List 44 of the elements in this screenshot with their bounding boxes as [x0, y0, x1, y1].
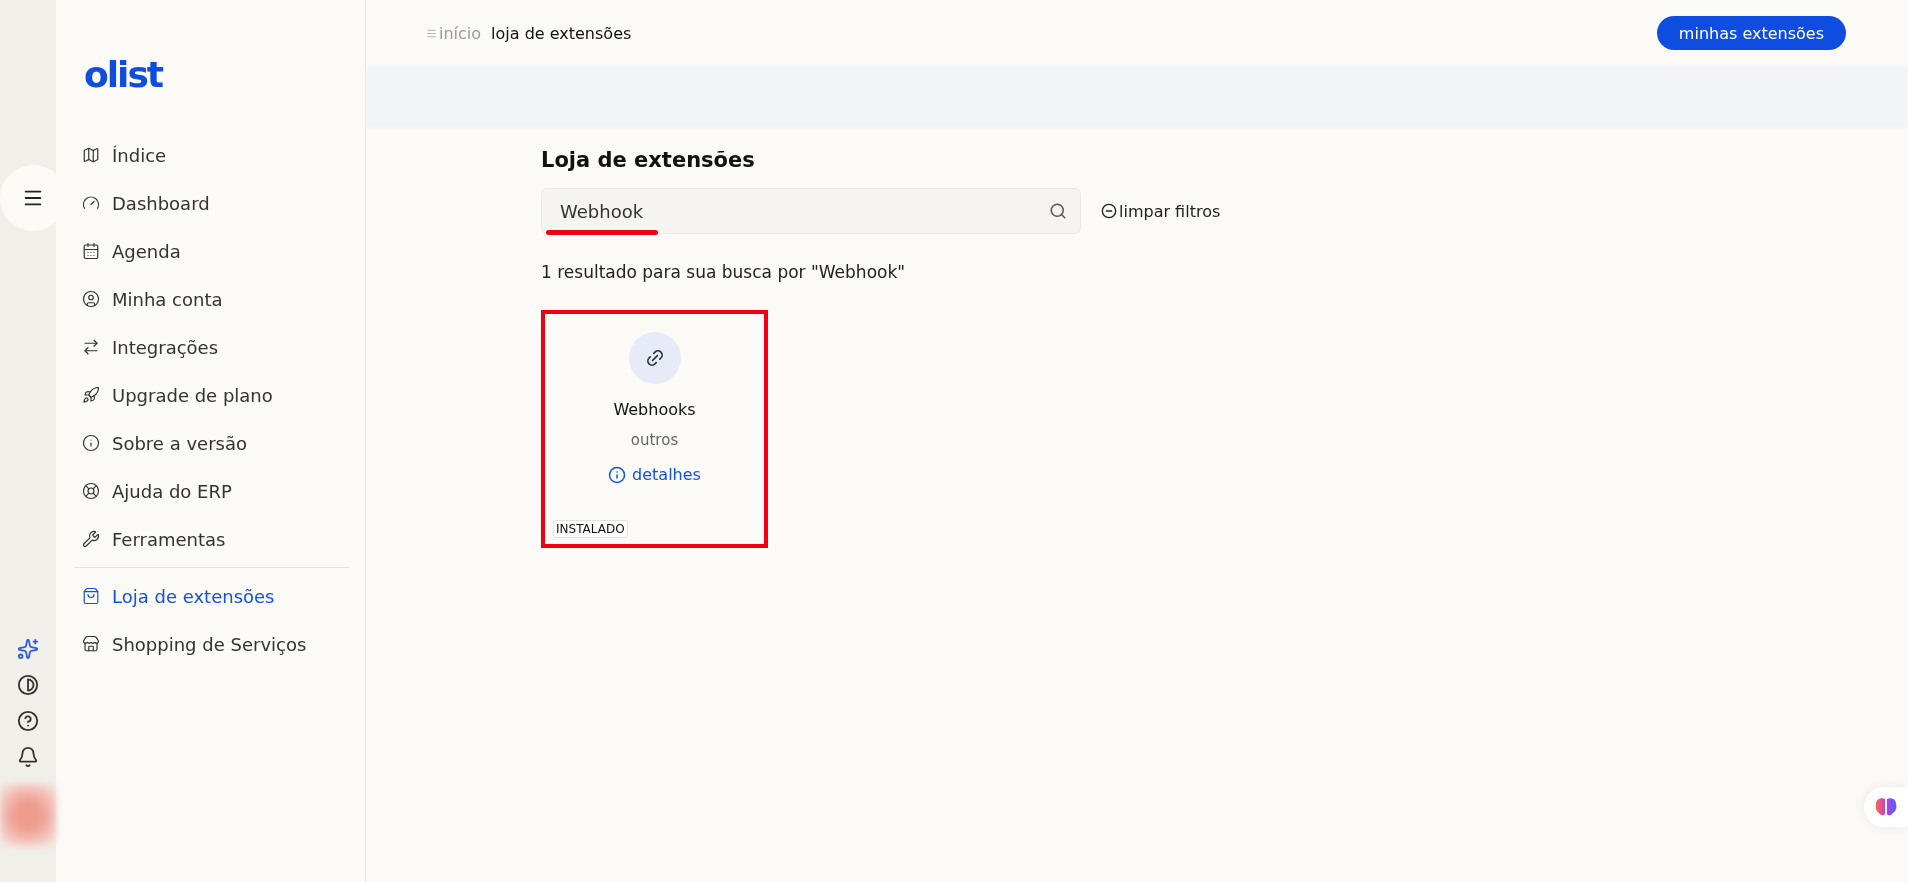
info-icon: [82, 434, 100, 452]
sidebar-item[interactable]: Loja de extensões: [74, 572, 349, 620]
wrench-icon: [82, 530, 100, 548]
bag-icon: [82, 587, 100, 605]
arrows-icon: [82, 338, 100, 356]
sidebar-item[interactable]: Sobre a versão: [74, 419, 349, 467]
breadcrumb-link[interactable]: loja de extensões: [491, 23, 632, 43]
notifications-button[interactable]: [17, 746, 39, 768]
info-icon: [608, 465, 627, 484]
search-icon[interactable]: [1049, 202, 1067, 220]
store-icon: [82, 635, 100, 653]
results-text: 1 resultado para sua busca por "Webhook": [541, 262, 907, 282]
help-button[interactable]: [17, 710, 39, 732]
status-badge: INSTALADO: [553, 520, 628, 538]
sidebar-item[interactable]: Ferramentas: [74, 515, 349, 563]
details-link[interactable]: detalhes: [608, 465, 701, 484]
rocket-icon: [82, 386, 100, 404]
user-icon: [82, 290, 100, 308]
gauge-icon: [82, 194, 100, 212]
calendar-icon: [82, 242, 100, 260]
sidebar-item[interactable]: Upgrade de plano: [74, 371, 349, 419]
my-extensions-button[interactable]: minhas extensões: [1656, 16, 1846, 50]
clear-filters-button[interactable]: limpar filtros: [1101, 201, 1221, 221]
extension-category: outros: [630, 431, 679, 449]
lifebuoy-icon: [82, 482, 100, 500]
search-field[interactable]: Webhook: [541, 188, 1081, 234]
sidebar-item[interactable]: Agenda: [74, 227, 349, 275]
sparkle-button[interactable]: [17, 638, 39, 660]
sidebar-item[interactable]: Ajuda do ERP: [74, 467, 349, 515]
page-title: Loja de extensões: [541, 148, 756, 172]
logo: olist: [84, 54, 163, 95]
map-icon: [82, 146, 100, 164]
sidebar-item[interactable]: Índice: [74, 131, 349, 179]
sidebar-item[interactable]: Dashboard: [74, 179, 349, 227]
menu-icon: [426, 27, 437, 39]
extension-card[interactable]: Webhooks outros detalhes INSTALADO: [541, 310, 768, 548]
sidebar-item[interactable]: Integrações: [74, 323, 349, 371]
extension-name: Webhooks: [613, 400, 696, 419]
sidebar-item[interactable]: Shopping de Serviços: [74, 620, 349, 668]
minus-circle-icon: [1101, 203, 1117, 219]
brain-icon: [1875, 797, 1897, 817]
assistant-button[interactable]: [1864, 787, 1908, 827]
contrast-button[interactable]: [17, 674, 39, 696]
sidebar-item[interactable]: Minha conta: [74, 275, 349, 323]
